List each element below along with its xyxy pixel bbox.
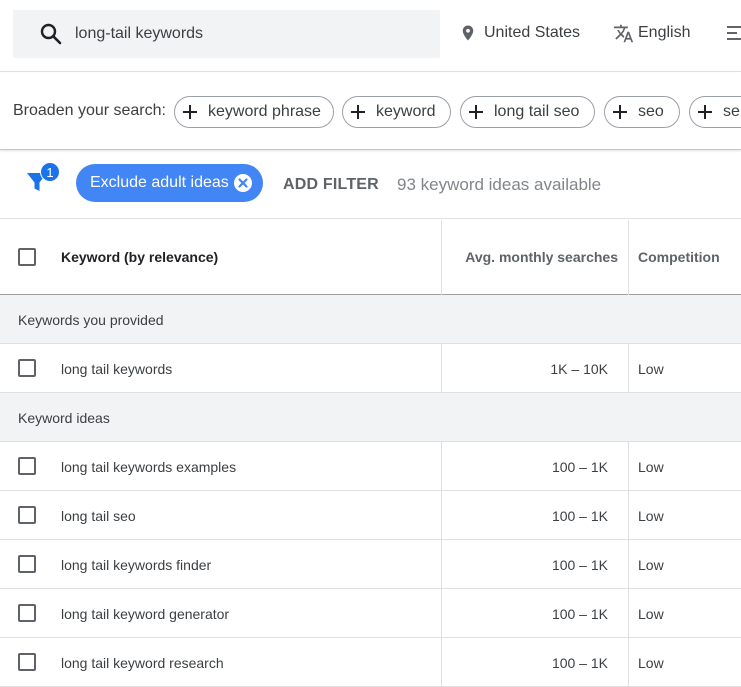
table-row[interactable]: long tail keywords 1K – 10K Low bbox=[0, 344, 741, 393]
avg-searches-cell: 100 – 1K bbox=[551, 606, 608, 622]
broaden-chip[interactable]: keyword phrase bbox=[174, 96, 334, 128]
keyword-ideas-count: 93 keyword ideas available bbox=[397, 175, 602, 194]
column-divider bbox=[441, 442, 442, 491]
competition-column-header[interactable]: Competition bbox=[638, 249, 720, 265]
keyword-table: Keyword (by relevance) Avg. monthly sear… bbox=[0, 220, 741, 687]
keyword-cell: long tail keywords examples bbox=[61, 459, 237, 475]
row-checkbox[interactable] bbox=[18, 359, 36, 377]
filter-count-badge: 1 bbox=[40, 162, 60, 182]
search-box[interactable] bbox=[13, 10, 440, 58]
column-divider bbox=[628, 344, 629, 393]
language-selector[interactable]: English bbox=[613, 21, 690, 45]
section-title: Keywords you provided bbox=[18, 312, 164, 328]
column-divider bbox=[628, 220, 629, 295]
location-selector[interactable]: United States bbox=[459, 21, 580, 45]
section-header: Keywords you provided bbox=[0, 295, 741, 344]
broaden-chip[interactable]: seo bbox=[604, 96, 680, 128]
chip-label: long tail seo bbox=[494, 103, 580, 120]
keyword-cell: long tail keyword research bbox=[61, 655, 224, 671]
table-row[interactable]: long tail keyword generator 100 – 1K Low bbox=[0, 589, 741, 638]
table-row[interactable]: long tail keywords examples 100 – 1K Low bbox=[0, 442, 741, 491]
competition-cell: Low bbox=[638, 361, 664, 377]
chip-label: keyword bbox=[376, 103, 436, 120]
avg-searches-cell: 100 – 1K bbox=[551, 459, 608, 475]
row-checkbox[interactable] bbox=[18, 555, 36, 573]
search-input[interactable] bbox=[75, 22, 415, 46]
keyword-cell: long tail keywords bbox=[61, 361, 173, 377]
table-header: Keyword (by relevance) Avg. monthly sear… bbox=[0, 220, 741, 295]
location-label: United States bbox=[484, 24, 581, 41]
broaden-label: Broaden your search: bbox=[13, 102, 166, 119]
chip-label: keyword phrase bbox=[208, 103, 321, 120]
column-divider bbox=[628, 491, 629, 540]
broaden-chip[interactable]: keyword bbox=[342, 96, 451, 128]
add-filter-button[interactable]: ADD FILTER bbox=[283, 176, 379, 194]
competition-cell: Low bbox=[638, 655, 664, 671]
table-row[interactable]: long tail seo 100 – 1K Low bbox=[0, 491, 741, 540]
broaden-chip[interactable]: se bbox=[689, 96, 741, 128]
location-pin-icon bbox=[462, 25, 474, 41]
top-bar: United States English bbox=[0, 0, 741, 72]
plus-icon bbox=[698, 105, 712, 119]
network-settings-icon[interactable] bbox=[727, 24, 741, 42]
plus-icon bbox=[469, 105, 483, 119]
table-row[interactable]: long tail keywords finder 100 – 1K Low bbox=[0, 540, 741, 589]
plus-icon bbox=[183, 105, 197, 119]
row-checkbox[interactable] bbox=[18, 457, 36, 475]
section-title: Keyword ideas bbox=[18, 410, 110, 426]
competition-cell: Low bbox=[638, 557, 664, 573]
avg-searches-cell: 100 – 1K bbox=[551, 557, 608, 573]
column-divider bbox=[628, 589, 629, 638]
broaden-chip[interactable]: long tail seo bbox=[460, 96, 595, 128]
avg-searches-cell: 100 – 1K bbox=[551, 655, 608, 671]
competition-cell: Low bbox=[638, 606, 664, 622]
row-checkbox[interactable] bbox=[18, 604, 36, 622]
broaden-search-bar: Broaden your search: keyword phrase keyw… bbox=[0, 73, 741, 150]
competition-cell: Low bbox=[638, 508, 664, 524]
chip-label: seo bbox=[638, 103, 664, 120]
column-divider bbox=[441, 220, 442, 295]
row-checkbox[interactable] bbox=[18, 653, 36, 671]
select-all-checkbox[interactable] bbox=[18, 248, 36, 266]
keyword-cell: long tail keywords finder bbox=[61, 557, 212, 573]
translate-icon bbox=[613, 24, 634, 42]
plus-icon bbox=[351, 105, 365, 119]
filter-chip-label: Exclude adult ideas bbox=[90, 174, 229, 191]
remove-filter-icon[interactable] bbox=[234, 174, 252, 192]
column-divider bbox=[628, 442, 629, 491]
avg-searches-cell: 1K – 10K bbox=[550, 361, 608, 377]
avg-searches-cell: 100 – 1K bbox=[551, 508, 608, 524]
search-icon bbox=[40, 23, 62, 45]
keyword-cell: long tail seo bbox=[61, 508, 136, 524]
row-checkbox[interactable] bbox=[18, 506, 36, 524]
column-divider bbox=[441, 540, 442, 589]
column-divider bbox=[441, 589, 442, 638]
exclude-adult-filter-chip[interactable]: Exclude adult ideas bbox=[76, 164, 263, 202]
plus-icon bbox=[613, 105, 627, 119]
section-header: Keyword ideas bbox=[0, 393, 741, 442]
competition-cell: Low bbox=[638, 459, 664, 475]
keyword-cell: long tail keyword generator bbox=[61, 606, 230, 622]
column-divider bbox=[628, 540, 629, 589]
column-divider bbox=[441, 344, 442, 393]
language-label: English bbox=[638, 24, 691, 41]
avg-searches-column-header[interactable]: Avg. monthly searches bbox=[465, 249, 618, 265]
keyword-column-header[interactable]: Keyword (by relevance) bbox=[61, 249, 218, 265]
column-divider bbox=[441, 491, 442, 540]
chip-label: se bbox=[723, 103, 740, 120]
filter-bar: 1 Exclude adult ideas ADD FILTER 93 keyw… bbox=[0, 151, 741, 219]
